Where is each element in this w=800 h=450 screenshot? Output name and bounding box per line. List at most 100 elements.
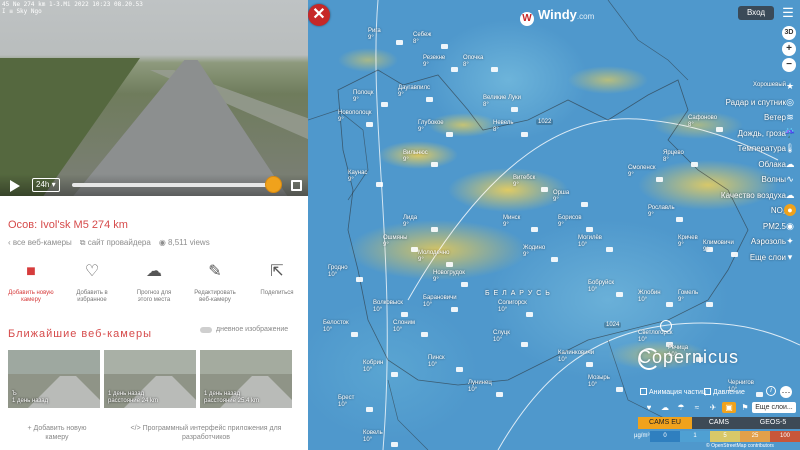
city-label[interactable]: Каунас 9°: [348, 170, 367, 184]
city-label[interactable]: Сафоново 8°: [688, 115, 717, 129]
webcam-marker-icon[interactable]: [706, 302, 713, 307]
login-button[interactable]: Вход: [738, 6, 774, 20]
city-label[interactable]: Ошмяны 9°: [383, 235, 407, 249]
pm25-icon[interactable]: ◉: [784, 220, 796, 232]
share-button[interactable]: ⇱ Поделиться: [246, 264, 308, 297]
webcam-marker-icon[interactable]: [411, 247, 418, 252]
webcam-marker-icon[interactable]: [451, 307, 458, 312]
webcam-marker-icon[interactable]: [531, 227, 538, 232]
city-label[interactable]: Лунинец 10°: [468, 380, 492, 394]
webcam-marker-icon[interactable]: [366, 122, 373, 127]
timeline-knob[interactable]: [265, 176, 282, 193]
city-label[interactable]: Борисов 9°: [558, 215, 582, 229]
webcam-marker-icon[interactable]: [421, 332, 428, 337]
city-label[interactable]: Невель 8°: [493, 120, 514, 134]
3d-globe-button[interactable]: 3D: [782, 26, 796, 40]
add-camera-link[interactable]: + Добавить новую камеру: [22, 424, 92, 442]
city-label[interactable]: Полоцк 9°: [353, 90, 373, 104]
timelapse-select[interactable]: 24h ▾: [32, 178, 60, 192]
add-camera-button[interactable]: ■ Добавить новую камеру: [0, 264, 62, 304]
webcam-marker-icon[interactable]: [731, 252, 738, 257]
model-cams[interactable]: CAMS: [692, 417, 746, 429]
plane-icon[interactable]: ✈: [706, 402, 720, 413]
wind-icon[interactable]: ≈: [690, 402, 704, 413]
city-label[interactable]: Рославль 9°: [648, 205, 675, 219]
webcam-marker-icon[interactable]: [396, 40, 403, 45]
heart-icon[interactable]: ♥: [642, 402, 656, 413]
particles-checkbox[interactable]: Анимация частиц: [640, 388, 706, 396]
hamburger-menu-icon[interactable]: ☰: [780, 6, 796, 20]
layer-menu-item[interactable]: PM2.5: [763, 222, 786, 231]
layer-menu-item[interactable]: Ветер: [764, 113, 786, 122]
webcam-marker-icon[interactable]: [756, 392, 763, 397]
camera-location-marker[interactable]: [660, 320, 672, 332]
play-icon[interactable]: [10, 180, 20, 192]
model-geos-5[interactable]: GEOS-5: [746, 417, 800, 429]
webcam-marker-icon[interactable]: [616, 292, 623, 297]
webcam-marker-icon[interactable]: [586, 227, 593, 232]
wind-icon[interactable]: ≋: [784, 111, 796, 123]
webcam-marker-icon[interactable]: [431, 162, 438, 167]
webcam-marker-icon[interactable]: [656, 177, 663, 182]
webcam-marker-icon[interactable]: [391, 372, 398, 377]
city-label[interactable]: Ярцево 8°: [663, 150, 684, 164]
webcam-marker-icon[interactable]: [526, 312, 533, 317]
city-label[interactable]: Слуцк 10°: [493, 330, 510, 344]
city-label[interactable]: Опочка 8°: [463, 55, 483, 69]
webcam-marker-icon[interactable]: [401, 312, 408, 317]
webcam-marker-icon[interactable]: [491, 67, 498, 72]
windy-map[interactable]: 1022 1024 Б Е Л А Р У С Ь Рига 9° Резекне 9…: [308, 0, 800, 450]
pressure-checkbox[interactable]: Давление: [704, 388, 745, 396]
city-label[interactable]: Брест 10°: [338, 395, 354, 409]
webcam-marker-icon[interactable]: [426, 97, 433, 102]
model-cams-eu[interactable]: CAMS EU: [638, 417, 692, 429]
city-label[interactable]: Себеж 8°: [413, 32, 431, 46]
flag-icon[interactable]: ⚑: [738, 402, 752, 413]
webcam-marker-icon[interactable]: [541, 187, 548, 192]
city-label[interactable]: Глубокое 9°: [418, 120, 444, 134]
webcam-marker-icon[interactable]: [391, 442, 398, 447]
webcam-marker-icon[interactable]: [521, 342, 528, 347]
city-label[interactable]: Жлобин 10°: [638, 290, 661, 304]
city-label[interactable]: Могилёв 10°: [578, 235, 602, 249]
webcam-marker-icon[interactable]: [446, 262, 453, 267]
webcam-marker-icon[interactable]: [351, 332, 358, 337]
city-label[interactable]: Гомель 9°: [678, 290, 698, 304]
webcam-marker-icon[interactable]: [441, 44, 448, 49]
webcam-marker-icon[interactable]: [356, 277, 363, 282]
city-label[interactable]: Витебск 9°: [513, 175, 535, 189]
city-label[interactable]: Пинск 10°: [428, 355, 445, 369]
city-label[interactable]: Бобруйск 10°: [588, 280, 614, 294]
more-options-icon[interactable]: ⋯: [780, 386, 792, 398]
city-label[interactable]: Смоленск 9°: [628, 165, 655, 179]
more-layers-button[interactable]: Еще слои...: [752, 402, 796, 413]
city-label[interactable]: Лида 9°: [403, 215, 417, 229]
provider-link[interactable]: ⧉ сайт провайдера: [80, 238, 151, 248]
layer-menu-item[interactable]: Хорошевый: [753, 82, 786, 88]
rain-icon[interactable]: ☂: [674, 402, 688, 413]
webcam-marker-icon[interactable]: [451, 67, 458, 72]
webcam-marker-icon[interactable]: [606, 247, 613, 252]
star-icon[interactable]: ★: [784, 80, 796, 92]
city-label[interactable]: Белосток 10°: [323, 320, 349, 334]
webcam-marker-icon[interactable]: [676, 217, 683, 222]
city-label[interactable]: Жодино 9°: [523, 245, 545, 259]
cloud-icon[interactable]: ☁: [658, 402, 672, 413]
webcam-marker-icon[interactable]: [716, 127, 723, 132]
city-label[interactable]: Солигорск 10°: [498, 300, 527, 314]
city-label[interactable]: Слоним 10°: [393, 320, 415, 334]
webcam-marker-icon[interactable]: [496, 392, 503, 397]
layer-menu-item[interactable]: Облака: [758, 160, 786, 169]
webcam-marker-icon[interactable]: [376, 182, 383, 187]
forecast-button[interactable]: ☁ Прогноз для этого места: [123, 264, 185, 304]
city-label[interactable]: Орша 9°: [553, 190, 569, 204]
city-label[interactable]: Ковель 10°: [363, 430, 383, 444]
webcam-marker-icon[interactable]: [551, 257, 558, 262]
webcam-marker-icon[interactable]: [616, 387, 623, 392]
nearby-thumb-3[interactable]: 1 день назад расстояние 25.4 km: [200, 350, 292, 408]
layer-menu-item[interactable]: Еще слои: [750, 253, 786, 262]
air-quality-icon[interactable]: ☁: [784, 189, 796, 201]
no2-icon[interactable]: ●: [784, 204, 796, 216]
city-label[interactable]: Рига 9°: [368, 28, 381, 42]
aerosol-icon[interactable]: ✦: [784, 235, 796, 247]
